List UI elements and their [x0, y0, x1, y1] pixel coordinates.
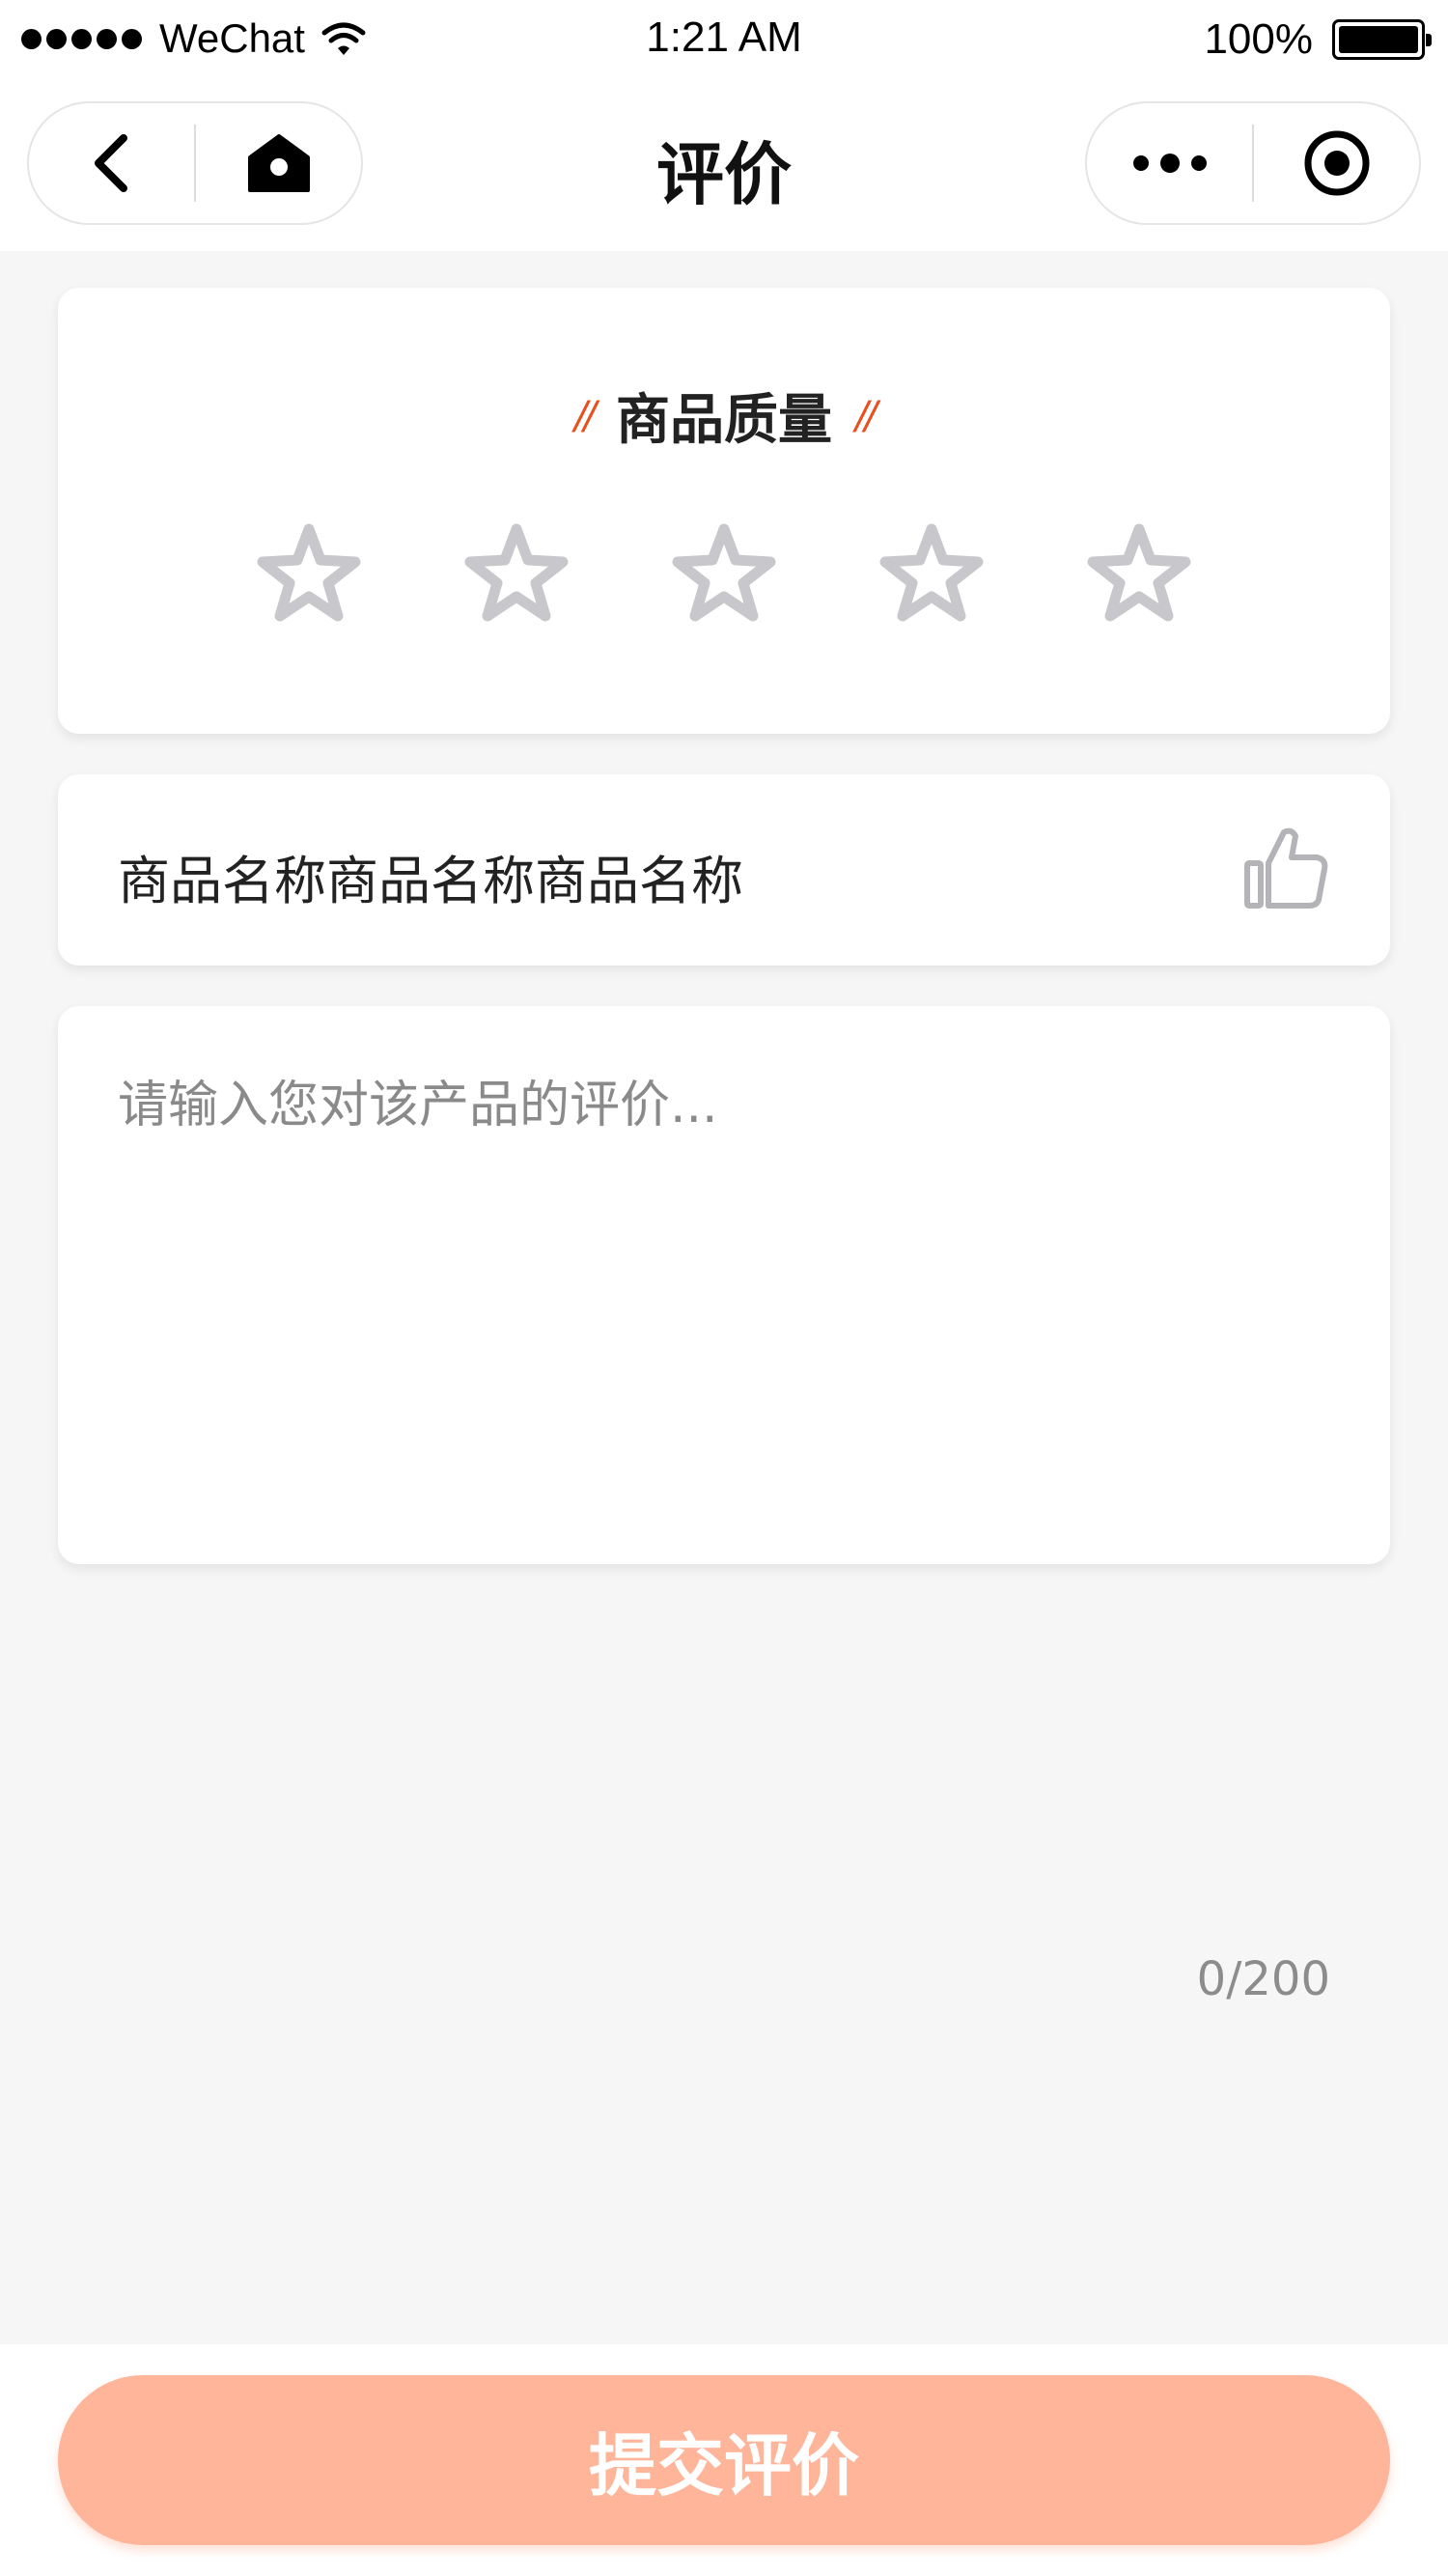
character-counter: 0/200: [1196, 1952, 1330, 2006]
battery-percent: 100%: [1204, 15, 1313, 63]
close-mini-program-icon: [1304, 130, 1369, 196]
product-card: 商品名称商品名称商品名称: [58, 774, 1390, 966]
close-mini-program-button[interactable]: [1254, 103, 1419, 223]
more-icon: [1132, 154, 1207, 173]
quality-title-row: // 商品质量 //: [58, 377, 1390, 455]
nav-bar: 评价: [0, 82, 1448, 251]
bottom-bar: 提交评价: [0, 2344, 1448, 2576]
comment-input[interactable]: [118, 1064, 1330, 1508]
title-slash-left: //: [574, 393, 597, 438]
star-rating: [58, 519, 1390, 626]
star-icon-5[interactable]: [1081, 519, 1197, 626]
status-right: 100%: [1204, 15, 1432, 64]
comment-card: [58, 1006, 1390, 1564]
more-button[interactable]: [1087, 103, 1252, 223]
battery-icon: [1332, 19, 1432, 60]
nav-capsule-right: [1085, 101, 1421, 225]
thumbs-up-icon[interactable]: [1241, 825, 1330, 913]
quality-title: 商品质量: [616, 389, 832, 452]
product-name: 商品名称商品名称商品名称: [118, 851, 743, 911]
submit-review-button[interactable]: 提交评价: [58, 2375, 1390, 2545]
star-icon-3[interactable]: [666, 519, 782, 626]
status-bar: WeChat 1:21 AM 100%: [0, 0, 1448, 82]
star-icon-1[interactable]: [251, 519, 367, 626]
quality-rating-card: // 商品质量 //: [58, 288, 1390, 734]
star-icon-4[interactable]: [874, 519, 989, 626]
star-icon-2[interactable]: [459, 519, 574, 626]
title-slash-right: //: [855, 393, 877, 438]
